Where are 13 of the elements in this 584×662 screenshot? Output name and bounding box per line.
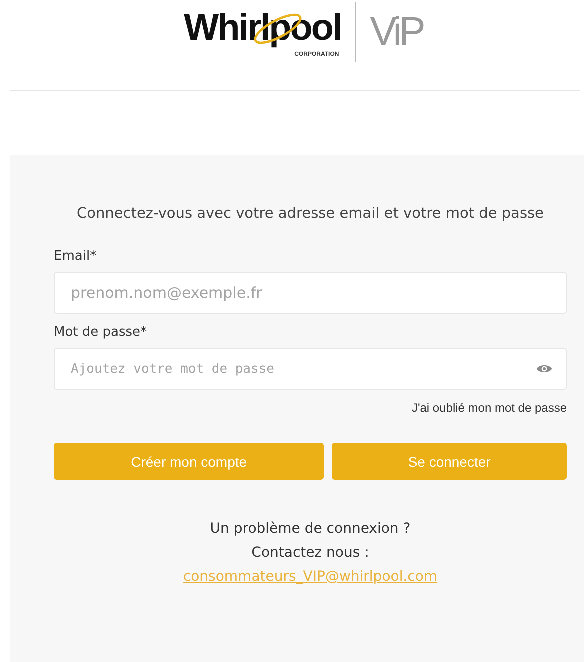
contact-text: Contactez nous : <box>252 544 370 562</box>
help-text: Un problème de connexion ? <box>210 520 411 538</box>
program-logo-text: ViP <box>370 10 423 54</box>
form-heading: Connectez-vous avec votre adresse email et votre mot de passe <box>76 205 545 224</box>
login-button[interactable]: Se connecter <box>332 443 567 480</box>
email-field[interactable]: prenom.nom@exemple.fr <box>54 272 567 314</box>
password-field[interactable]: Ajoutez votre mot de passe <box>54 348 567 390</box>
contact-email-link[interactable]: consommateurs_VIP@whirlpool.com <box>183 568 438 586</box>
create-account-button[interactable]: Créer mon compte <box>54 443 324 480</box>
field-label: Mot de passe* <box>54 325 148 341</box>
show-password-icon[interactable] <box>536 363 553 375</box>
forgot-password-link[interactable]: J'ai oublié mon mot de passe <box>412 401 567 415</box>
field-label: Email* <box>54 249 98 265</box>
